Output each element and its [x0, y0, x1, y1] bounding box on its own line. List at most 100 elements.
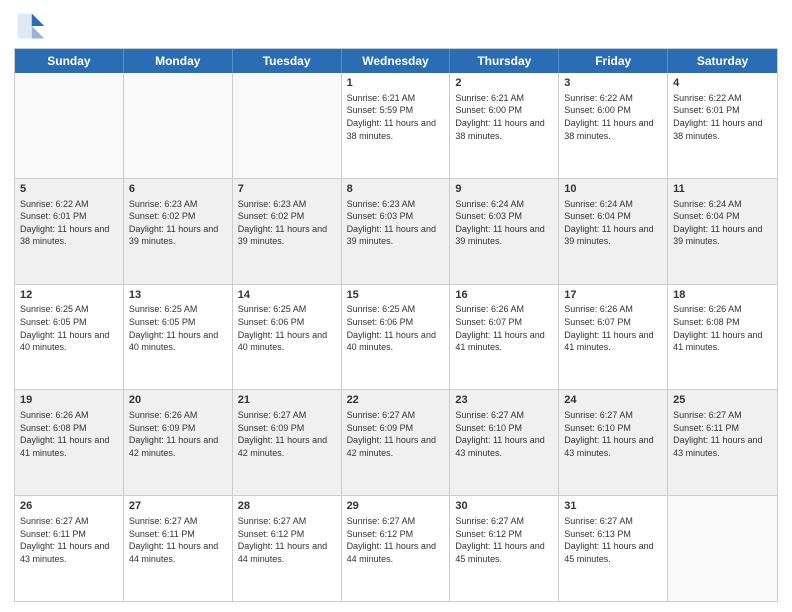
day-cell: 22Sunrise: 6:27 AM Sunset: 6:09 PM Dayli… [342, 390, 451, 495]
day-info: Sunrise: 6:25 AM Sunset: 6:05 PM Dayligh… [129, 303, 227, 353]
day-cell: 20Sunrise: 6:26 AM Sunset: 6:09 PM Dayli… [124, 390, 233, 495]
header [14, 10, 778, 42]
day-info: Sunrise: 6:24 AM Sunset: 6:04 PM Dayligh… [564, 198, 662, 248]
day-number: 31 [564, 499, 662, 514]
day-info: Sunrise: 6:26 AM Sunset: 6:09 PM Dayligh… [129, 409, 227, 459]
day-header-monday: Monday [124, 49, 233, 73]
day-info: Sunrise: 6:27 AM Sunset: 6:11 PM Dayligh… [673, 409, 772, 459]
day-number: 16 [455, 288, 553, 303]
day-header-friday: Friday [559, 49, 668, 73]
day-info: Sunrise: 6:27 AM Sunset: 6:13 PM Dayligh… [564, 515, 662, 565]
day-cell: 11Sunrise: 6:24 AM Sunset: 6:04 PM Dayli… [668, 179, 777, 284]
day-number: 12 [20, 288, 118, 303]
day-header-tuesday: Tuesday [233, 49, 342, 73]
day-cell: 27Sunrise: 6:27 AM Sunset: 6:11 PM Dayli… [124, 496, 233, 601]
day-number: 17 [564, 288, 662, 303]
day-number: 11 [673, 182, 772, 197]
day-header-thursday: Thursday [450, 49, 559, 73]
day-number: 3 [564, 76, 662, 91]
day-number: 24 [564, 393, 662, 408]
day-info: Sunrise: 6:27 AM Sunset: 6:12 PM Dayligh… [347, 515, 445, 565]
day-cell: 28Sunrise: 6:27 AM Sunset: 6:12 PM Dayli… [233, 496, 342, 601]
day-cell [124, 73, 233, 178]
day-info: Sunrise: 6:27 AM Sunset: 6:12 PM Dayligh… [455, 515, 553, 565]
day-number: 28 [238, 499, 336, 514]
day-info: Sunrise: 6:24 AM Sunset: 6:04 PM Dayligh… [673, 198, 772, 248]
day-cell: 9Sunrise: 6:24 AM Sunset: 6:03 PM Daylig… [450, 179, 559, 284]
day-cell [15, 73, 124, 178]
day-cell: 13Sunrise: 6:25 AM Sunset: 6:05 PM Dayli… [124, 285, 233, 390]
day-number: 26 [20, 499, 118, 514]
day-info: Sunrise: 6:26 AM Sunset: 6:07 PM Dayligh… [564, 303, 662, 353]
day-cell: 21Sunrise: 6:27 AM Sunset: 6:09 PM Dayli… [233, 390, 342, 495]
day-info: Sunrise: 6:27 AM Sunset: 6:10 PM Dayligh… [564, 409, 662, 459]
day-info: Sunrise: 6:27 AM Sunset: 6:12 PM Dayligh… [238, 515, 336, 565]
day-cell: 25Sunrise: 6:27 AM Sunset: 6:11 PM Dayli… [668, 390, 777, 495]
day-number: 9 [455, 182, 553, 197]
day-cell: 23Sunrise: 6:27 AM Sunset: 6:10 PM Dayli… [450, 390, 559, 495]
day-cell: 7Sunrise: 6:23 AM Sunset: 6:02 PM Daylig… [233, 179, 342, 284]
day-cell: 24Sunrise: 6:27 AM Sunset: 6:10 PM Dayli… [559, 390, 668, 495]
day-info: Sunrise: 6:21 AM Sunset: 5:59 PM Dayligh… [347, 92, 445, 142]
day-info: Sunrise: 6:22 AM Sunset: 6:00 PM Dayligh… [564, 92, 662, 142]
week-row-5: 26Sunrise: 6:27 AM Sunset: 6:11 PM Dayli… [15, 495, 777, 601]
day-cell: 8Sunrise: 6:23 AM Sunset: 6:03 PM Daylig… [342, 179, 451, 284]
day-info: Sunrise: 6:26 AM Sunset: 6:08 PM Dayligh… [20, 409, 118, 459]
week-row-3: 12Sunrise: 6:25 AM Sunset: 6:05 PM Dayli… [15, 284, 777, 390]
day-cell: 29Sunrise: 6:27 AM Sunset: 6:12 PM Dayli… [342, 496, 451, 601]
day-info: Sunrise: 6:26 AM Sunset: 6:08 PM Dayligh… [673, 303, 772, 353]
day-info: Sunrise: 6:22 AM Sunset: 6:01 PM Dayligh… [20, 198, 118, 248]
day-cell: 17Sunrise: 6:26 AM Sunset: 6:07 PM Dayli… [559, 285, 668, 390]
day-cell: 10Sunrise: 6:24 AM Sunset: 6:04 PM Dayli… [559, 179, 668, 284]
day-info: Sunrise: 6:22 AM Sunset: 6:01 PM Dayligh… [673, 92, 772, 142]
day-number: 22 [347, 393, 445, 408]
day-cell: 26Sunrise: 6:27 AM Sunset: 6:11 PM Dayli… [15, 496, 124, 601]
day-info: Sunrise: 6:27 AM Sunset: 6:11 PM Dayligh… [20, 515, 118, 565]
day-number: 8 [347, 182, 445, 197]
day-cell: 5Sunrise: 6:22 AM Sunset: 6:01 PM Daylig… [15, 179, 124, 284]
day-number: 6 [129, 182, 227, 197]
day-number: 30 [455, 499, 553, 514]
week-row-4: 19Sunrise: 6:26 AM Sunset: 6:08 PM Dayli… [15, 389, 777, 495]
day-number: 25 [673, 393, 772, 408]
page: SundayMondayTuesdayWednesdayThursdayFrid… [0, 0, 792, 612]
weeks: 1Sunrise: 6:21 AM Sunset: 5:59 PM Daylig… [15, 73, 777, 601]
day-number: 10 [564, 182, 662, 197]
day-cell: 14Sunrise: 6:25 AM Sunset: 6:06 PM Dayli… [233, 285, 342, 390]
day-number: 20 [129, 393, 227, 408]
day-number: 7 [238, 182, 336, 197]
day-number: 23 [455, 393, 553, 408]
day-cell: 6Sunrise: 6:23 AM Sunset: 6:02 PM Daylig… [124, 179, 233, 284]
calendar: SundayMondayTuesdayWednesdayThursdayFrid… [14, 48, 778, 602]
day-cell: 19Sunrise: 6:26 AM Sunset: 6:08 PM Dayli… [15, 390, 124, 495]
day-cell: 2Sunrise: 6:21 AM Sunset: 6:00 PM Daylig… [450, 73, 559, 178]
day-cell: 30Sunrise: 6:27 AM Sunset: 6:12 PM Dayli… [450, 496, 559, 601]
day-number: 13 [129, 288, 227, 303]
day-header-saturday: Saturday [668, 49, 777, 73]
day-number: 2 [455, 76, 553, 91]
day-number: 5 [20, 182, 118, 197]
day-info: Sunrise: 6:24 AM Sunset: 6:03 PM Dayligh… [455, 198, 553, 248]
day-cell: 3Sunrise: 6:22 AM Sunset: 6:00 PM Daylig… [559, 73, 668, 178]
day-cell: 31Sunrise: 6:27 AM Sunset: 6:13 PM Dayli… [559, 496, 668, 601]
day-info: Sunrise: 6:25 AM Sunset: 6:06 PM Dayligh… [347, 303, 445, 353]
day-number: 19 [20, 393, 118, 408]
day-number: 29 [347, 499, 445, 514]
day-cell: 4Sunrise: 6:22 AM Sunset: 6:01 PM Daylig… [668, 73, 777, 178]
day-cell: 1Sunrise: 6:21 AM Sunset: 5:59 PM Daylig… [342, 73, 451, 178]
day-number: 21 [238, 393, 336, 408]
day-info: Sunrise: 6:26 AM Sunset: 6:07 PM Dayligh… [455, 303, 553, 353]
day-info: Sunrise: 6:23 AM Sunset: 6:02 PM Dayligh… [238, 198, 336, 248]
day-cell: 12Sunrise: 6:25 AM Sunset: 6:05 PM Dayli… [15, 285, 124, 390]
week-row-1: 1Sunrise: 6:21 AM Sunset: 5:59 PM Daylig… [15, 73, 777, 178]
day-number: 1 [347, 76, 445, 91]
day-number: 15 [347, 288, 445, 303]
day-info: Sunrise: 6:23 AM Sunset: 6:02 PM Dayligh… [129, 198, 227, 248]
day-cell [233, 73, 342, 178]
day-number: 4 [673, 76, 772, 91]
day-info: Sunrise: 6:27 AM Sunset: 6:11 PM Dayligh… [129, 515, 227, 565]
day-info: Sunrise: 6:23 AM Sunset: 6:03 PM Dayligh… [347, 198, 445, 248]
day-info: Sunrise: 6:27 AM Sunset: 6:09 PM Dayligh… [347, 409, 445, 459]
day-cell: 16Sunrise: 6:26 AM Sunset: 6:07 PM Dayli… [450, 285, 559, 390]
day-info: Sunrise: 6:25 AM Sunset: 6:05 PM Dayligh… [20, 303, 118, 353]
